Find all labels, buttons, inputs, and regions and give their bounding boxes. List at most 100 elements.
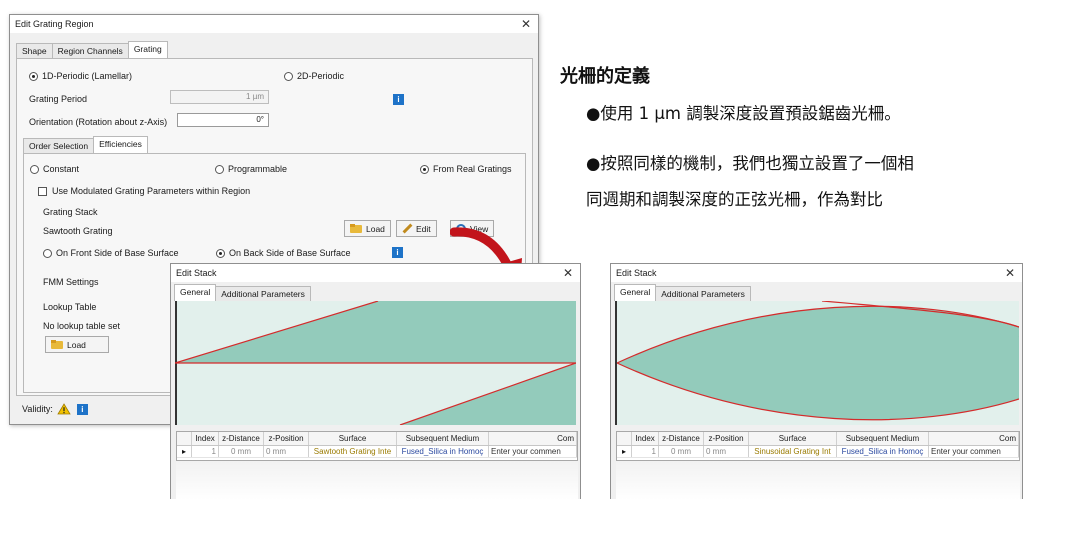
back-side-label: On Back Side of Base Surface bbox=[229, 248, 351, 258]
use-modulated-checkbox[interactable]: Use Modulated Grating Parameters within … bbox=[38, 186, 250, 196]
stack-title: Edit Stack bbox=[616, 268, 657, 278]
radio-icon bbox=[284, 71, 293, 81]
cell-index[interactable]: 1 bbox=[192, 446, 219, 457]
edit-button-label: Edit bbox=[416, 223, 431, 234]
stack-name: Sawtooth Grating bbox=[43, 226, 113, 236]
edit-button[interactable]: Edit bbox=[396, 220, 437, 237]
edit-stack-sawtooth-window: Edit Stack ✕ General Additional Paramete… bbox=[170, 263, 581, 500]
stack-table: Index z-Distance z-Position Surface Subs… bbox=[616, 431, 1020, 461]
tab-additional-parameters[interactable]: Additional Parameters bbox=[215, 286, 311, 301]
front-side-label: On Front Side of Base Surface bbox=[56, 248, 179, 258]
col-z-distance[interactable]: z-Distance bbox=[219, 432, 264, 445]
lookup-table-label: Lookup Table bbox=[43, 302, 97, 312]
cell-medium[interactable]: Fused_Silica in Homoç bbox=[397, 446, 489, 457]
cell-surface[interactable]: Sawtooth Grating Inte bbox=[309, 446, 397, 457]
table-empty-area bbox=[616, 461, 1020, 500]
cell-surface[interactable]: Sinusoidal Grating Int bbox=[749, 446, 837, 457]
col-index[interactable]: Index bbox=[192, 432, 219, 445]
dialog-tabs: Shape Region Channels Grating bbox=[16, 41, 168, 58]
edit-stack-sinusoidal-window: Edit Stack ✕ General Additional Paramete… bbox=[610, 263, 1023, 500]
radio-back-side[interactable]: On Back Side of Base Surface bbox=[216, 248, 351, 258]
radio-front-side[interactable]: On Front Side of Base Surface bbox=[43, 248, 179, 258]
close-icon[interactable]: ✕ bbox=[521, 17, 531, 31]
radio-2d-periodic[interactable]: 2D-Periodic bbox=[284, 71, 344, 81]
radio-icon bbox=[216, 248, 225, 258]
radio-programmable-label: Programmable bbox=[228, 164, 288, 174]
tab-grating[interactable]: Grating bbox=[127, 41, 168, 58]
info-icon[interactable]: i bbox=[393, 94, 404, 105]
annotation-title: 光柵的定義 bbox=[560, 66, 650, 87]
cell-z-distance[interactable]: 0 mm bbox=[659, 446, 704, 457]
close-icon[interactable]: ✕ bbox=[563, 266, 573, 280]
header-spacer bbox=[617, 432, 632, 445]
pencil-icon bbox=[402, 224, 412, 234]
header-spacer bbox=[177, 432, 192, 445]
stack-table: Index z-Distance z-Position Surface Subs… bbox=[176, 431, 578, 461]
folder-icon bbox=[51, 340, 63, 349]
col-z-distance[interactable]: z-Distance bbox=[659, 432, 704, 445]
col-subsequent-medium[interactable]: Subsequent Medium bbox=[837, 432, 929, 445]
tab-general[interactable]: General bbox=[174, 284, 217, 301]
warning-icon[interactable] bbox=[57, 403, 71, 415]
col-z-position[interactable]: z-Position bbox=[704, 432, 749, 445]
lookup-load-button[interactable]: Load bbox=[45, 336, 109, 353]
grating-stack-label: Grating Stack bbox=[43, 207, 98, 217]
table-header: Index z-Distance z-Position Surface Subs… bbox=[617, 432, 1019, 446]
close-icon[interactable]: ✕ bbox=[1005, 266, 1015, 280]
info-icon[interactable]: i bbox=[76, 403, 88, 415]
cell-index[interactable]: 1 bbox=[632, 446, 659, 457]
table-row[interactable]: ▸ 1 0 mm 0 mm Sawtooth Grating Inte Fuse… bbox=[177, 446, 577, 458]
lookup-status: No lookup table set bbox=[43, 321, 121, 331]
stack-title: Edit Stack bbox=[176, 268, 217, 278]
sawtooth-profile-view bbox=[175, 301, 576, 425]
table-header: Index z-Distance z-Position Surface Subs… bbox=[177, 432, 577, 446]
col-surface[interactable]: Surface bbox=[309, 432, 397, 445]
load-button[interactable]: Load bbox=[344, 220, 391, 237]
orientation-field[interactable]: 0° bbox=[177, 113, 269, 127]
radio-constant[interactable]: Constant bbox=[30, 164, 79, 174]
orientation-label: Orientation (Rotation about z-Axis) bbox=[29, 117, 168, 127]
use-modulated-label: Use Modulated Grating Parameters within … bbox=[52, 186, 251, 196]
tab-shape[interactable]: Shape bbox=[16, 43, 53, 58]
col-z-position[interactable]: z-Position bbox=[264, 432, 309, 445]
radio-real-label: From Real Gratings bbox=[433, 164, 512, 174]
cell-medium[interactable]: Fused_Silica in Homoç bbox=[837, 446, 929, 457]
cell-z-position[interactable]: 0 mm bbox=[264, 446, 309, 457]
col-comment[interactable]: Com bbox=[929, 432, 1019, 445]
fmm-settings-label[interactable]: FMM Settings bbox=[43, 277, 99, 287]
sinusoidal-profile-view bbox=[615, 301, 1019, 425]
dialog-title: Edit Grating Region bbox=[15, 19, 94, 29]
checkbox-icon bbox=[38, 186, 47, 196]
annotation-bullet-1: ●使用 1 µm 調製深度設置預設鋸齒光柵。 bbox=[586, 104, 901, 123]
validity-label: Validity: bbox=[22, 404, 53, 414]
table-row[interactable]: ▸ 1 0 mm 0 mm Sinusoidal Grating Int Fus… bbox=[617, 446, 1019, 458]
tab-efficiencies[interactable]: Efficiencies bbox=[93, 136, 148, 153]
sub-tabs: Order Selection Efficiencies bbox=[23, 136, 148, 153]
tab-general[interactable]: General bbox=[614, 284, 657, 301]
radio-icon bbox=[29, 71, 38, 81]
tab-region-channels[interactable]: Region Channels bbox=[51, 43, 129, 58]
stack-tabs: General Additional Parameters bbox=[614, 284, 751, 301]
tab-additional-parameters[interactable]: Additional Parameters bbox=[655, 286, 751, 301]
cell-comment[interactable]: Enter your commen bbox=[489, 446, 577, 457]
cell-z-distance[interactable]: 0 mm bbox=[219, 446, 264, 457]
cell-comment[interactable]: Enter your commen bbox=[929, 446, 1019, 457]
tab-order-selection[interactable]: Order Selection bbox=[23, 138, 95, 153]
grating-period-field[interactable]: 1 µm bbox=[170, 90, 269, 104]
radio-icon bbox=[420, 164, 429, 174]
radio-programmable[interactable]: Programmable bbox=[215, 164, 287, 174]
radio-1d-periodic[interactable]: 1D-Periodic (Lamellar) bbox=[29, 71, 132, 81]
load-button-label: Load bbox=[366, 223, 385, 234]
grating-period-label: Grating Period bbox=[29, 94, 88, 104]
info-icon[interactable]: i bbox=[392, 247, 403, 258]
cell-z-position[interactable]: 0 mm bbox=[704, 446, 749, 457]
col-comment[interactable]: Com bbox=[489, 432, 577, 445]
col-index[interactable]: Index bbox=[632, 432, 659, 445]
stack-titlebar: Edit Stack ✕ bbox=[171, 264, 580, 282]
table-empty-area bbox=[176, 461, 578, 500]
row-pointer-icon: ▸ bbox=[177, 446, 192, 457]
col-subsequent-medium[interactable]: Subsequent Medium bbox=[397, 432, 489, 445]
radio-from-real-gratings[interactable]: From Real Gratings bbox=[420, 164, 512, 174]
radio-constant-label: Constant bbox=[43, 164, 80, 174]
col-surface[interactable]: Surface bbox=[749, 432, 837, 445]
